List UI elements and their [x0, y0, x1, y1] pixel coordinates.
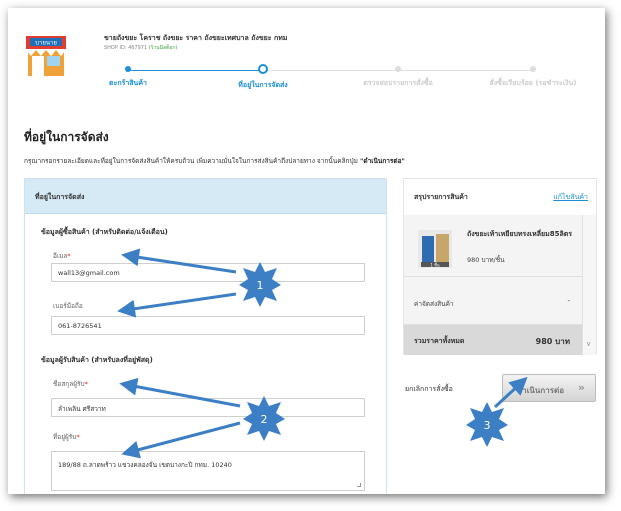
buyer-section-title: ข้อมูลผู้ซื้อสินค้า (สำหรับติดต่อ/แจ้งเต… [41, 228, 168, 236]
shop-logo: บายนาย [26, 36, 66, 76]
step-review-label: ตรวจสอบรายการสั่งซื้อ [363, 79, 433, 87]
email-field[interactable]: wall13@gmail.com [51, 263, 365, 282]
edit-products-link[interactable]: แก้ไขสินค้า [553, 192, 588, 203]
svg-text:1 ชิ้น: 1 ชิ้น [430, 261, 440, 268]
total-label: รวมราคาทั้งหมด [414, 337, 465, 345]
summary-scrollbar[interactable]: ∨ [582, 215, 596, 355]
required-mark: * [76, 433, 80, 441]
summary-body: 1 ชิ้น ถังขยะเท้าเหยียบทรงเหลี่ยม85ลิตร … [404, 215, 582, 355]
resize-grip-icon[interactable] [357, 483, 361, 487]
receiver-name-label: ชื่อสกุลผู้รับ* [53, 379, 88, 389]
product-row: 1 ชิ้น ถังขยะเท้าเหยียบทรงเหลี่ยม85ลิตร … [404, 215, 582, 277]
step-complete-label: สั่งซื้อเรียบร้อย (รอชำระเงิน) [489, 79, 577, 87]
product-thumbnail: 1 ชิ้น [418, 230, 452, 268]
step-review-dot [395, 66, 401, 72]
shop-id: SHOP ID: 467971 (ร้านมีสต็อก) [104, 44, 177, 52]
continue-button[interactable]: ดำเนินการต่อ » [502, 374, 596, 402]
form-header: ที่อยู่ในการจัดส่ง [25, 179, 386, 214]
double-chevron-right-icon: » [577, 381, 585, 394]
email-label-text: อีเมล [53, 252, 68, 260]
summary-title: สรุปรายการสินค้า [414, 193, 468, 201]
phone-label: เบอร์มือถือ [53, 302, 83, 310]
step-complete: สั่งซื้อเรียบร้อย (รอชำระเงิน) [468, 62, 598, 89]
total-value: 980 บาท [535, 337, 570, 346]
email-label: อีเมล* [53, 251, 71, 261]
step-shipping-dot [258, 64, 268, 74]
order-summary-panel: สรุปรายการสินค้า แก้ไขสินค้า 1 ชิ้น ถังข… [403, 178, 597, 355]
shop-id-text: SHOP ID: 467971 [104, 45, 148, 51]
total-row: รวมราคาทั้งหมด 980 บาท [404, 325, 582, 355]
phone-field[interactable]: 061-8726541 [51, 316, 365, 335]
step-complete-dot [530, 66, 536, 72]
required-mark: * [67, 252, 71, 260]
receiver-address-field[interactable]: 189/88 ถ.ลาดพร้าว แขวงคลองจั่น เขตบางกะป… [51, 451, 365, 491]
step-shipping-label: ที่อยู่ในการจัดส่ง [238, 81, 288, 89]
shop-name: ขายถังขยะ โคราช ถังขยะ ราคา ถังขยะเทศบาล… [104, 34, 288, 42]
continue-label: ดำเนินการต่อ [517, 386, 564, 395]
step-cart[interactable]: ตะกร้าสินค้า [68, 62, 188, 89]
shipping-value: - [567, 297, 570, 305]
shipping-row: ค่าจัดส่งสินค้า - [404, 277, 582, 325]
svg-text:บายนาย: บายนาย [35, 40, 57, 47]
receiver-section-title: ข้อมูลผู้รับสินค้า (สำหรับลงที่อยู่พัสดุ… [41, 356, 153, 364]
chevron-down-icon[interactable]: ∨ [586, 340, 591, 348]
page-title: ที่อยู่ในการจัดส่ง [24, 130, 109, 144]
step-review: ตรวจสอบรายการสั่งซื้อ [338, 62, 458, 89]
summary-header: สรุปรายการสินค้า แก้ไขสินค้า [404, 179, 596, 215]
receiver-address-text: 189/88 ถ.ลาดพร้าว แขวงคลองจั่น เขตบางกะป… [58, 461, 232, 469]
receiver-address-label-text: ที่อยู่ผู้รับ [53, 433, 77, 441]
instruction-text: กรุณากรอกรายละเอียดและที่อยู่ในการจัดส่ง… [24, 157, 358, 165]
product-name: ถังขยะเท้าเหยียบทรงเหลี่ยม85ลิตร [467, 230, 573, 238]
checkout-page: บายนาย ขายถังขยะ โคราช ถังขยะ ราคา ถังขย… [8, 8, 605, 494]
receiver-name-label-text: ชื่อสกุลผู้รับ [53, 380, 85, 388]
product-price: 980 บาท/ชิ้น [467, 256, 505, 264]
step-cart-label: ตะกร้าสินค้า [109, 79, 147, 87]
receiver-name-field[interactable]: ลำเพลิน ศรีสวาท [51, 398, 365, 417]
cancel-order-link[interactable]: ยกเลิกการสั่งซื้อ [405, 384, 453, 395]
required-mark: * [84, 380, 88, 388]
shipping-label: ค่าจัดส่งสินค้า [414, 300, 454, 308]
instruction-action: "ดำเนินการต่อ" [359, 157, 405, 165]
checkout-stepper: ตะกร้าสินค้า ที่อยู่ในการจัดส่ง ตรวจสอบร… [68, 62, 605, 98]
shop-verified-badge: (ร้านมีสต็อก) [148, 45, 178, 51]
step-cart-dot [125, 66, 131, 72]
step-shipping: ที่อยู่ในการจัดส่ง [203, 62, 323, 91]
shipping-form-panel: ที่อยู่ในการจัดส่ง ข้อมูลผู้ซื้อสินค้า (… [24, 178, 387, 494]
receiver-address-label: ที่อยู่ผู้รับ* [53, 432, 80, 442]
page-instruction: กรุณากรอกรายละเอียดและที่อยู่ในการจัดส่ง… [24, 156, 405, 166]
